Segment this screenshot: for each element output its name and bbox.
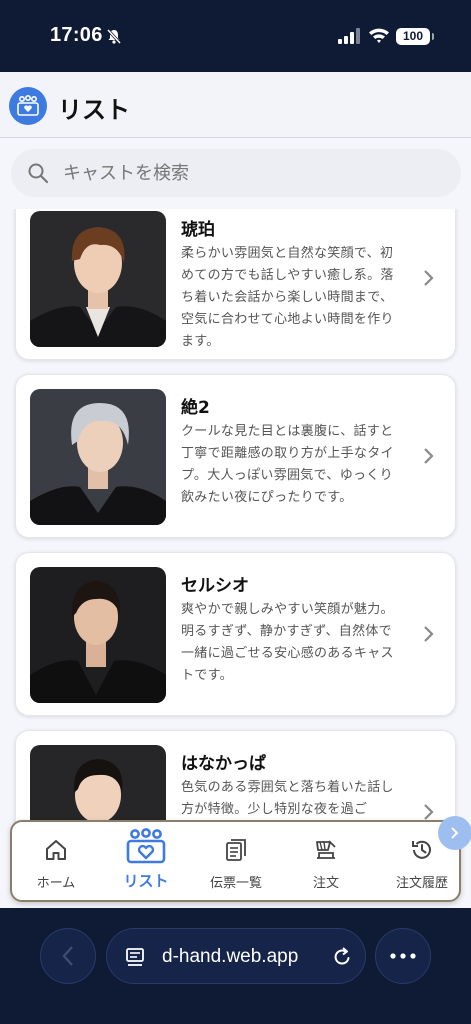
cast-description: クールな見た目とは裏腹に、話すと丁寧で距離感の取り方が上手なタイプ。大人っぽい雰… — [181, 424, 394, 505]
chevron-right-icon — [424, 448, 434, 464]
search-box[interactable] — [11, 149, 461, 197]
chevron-right-icon — [451, 827, 459, 839]
page-menu-icon — [126, 948, 144, 966]
cast-name: 絶2 — [181, 398, 210, 418]
nav-list[interactable]: リスト — [104, 822, 188, 902]
url-text: d-hand.web.app — [162, 946, 299, 967]
cast-description: 色気のある雰囲気と落ち着いた話し方が特徴。少し特別な夜を過ご — [181, 780, 394, 817]
signal-icon — [338, 28, 360, 44]
nav-home[interactable]: ホーム — [16, 822, 96, 902]
cast-card[interactable]: 絶2 クールな見た目とは裏腹に、話すと丁寧で距離感の取り方が上手なタイプ。大人っ… — [15, 374, 456, 538]
cast-photo — [30, 389, 166, 525]
cast-card[interactable]: 琥珀 柔らかい雰囲気と自然な笑顔で、初めての方でも話しやすい癒し系。落ち着いた会… — [15, 209, 456, 360]
cast-description: 爽やかで親しみやすい笑顔が魅力。明るすぎず、静かすぎず、自然体で一緒に過ごせる安… — [181, 602, 394, 683]
app-screen: リスト 琥珀 柔らかい雰囲気と自然 — [0, 72, 471, 908]
nav-receipts[interactable]: 伝票一覧 — [196, 822, 276, 902]
search-icon — [28, 163, 49, 184]
cast-description: 柔らかい雰囲気と自然な笑顔で、初めての方でも話しやすい癒し系。落ち着いた会話から… — [181, 246, 394, 349]
more-menu-button[interactable] — [375, 928, 431, 984]
reload-icon[interactable] — [331, 946, 353, 968]
nav-home-label: ホーム — [36, 876, 76, 891]
wifi-icon — [369, 28, 389, 43]
status-bar: 17:06 100 — [0, 0, 471, 72]
bell-off-icon — [106, 28, 122, 44]
more-dots-icon — [390, 953, 416, 959]
page-title: リスト — [58, 96, 130, 124]
search-bar — [0, 139, 471, 209]
cast-list-icon — [9, 87, 47, 125]
nav-order-history-label: 注文履歴 — [395, 876, 448, 891]
nav-scroll-button[interactable] — [438, 816, 471, 850]
address-bar[interactable]: d-hand.web.app — [106, 928, 366, 984]
cast-photo — [30, 211, 166, 347]
cast-name: セルシオ — [181, 576, 249, 596]
app-header: リスト — [0, 72, 471, 138]
chevron-right-icon — [424, 626, 434, 642]
chevron-right-icon — [424, 270, 434, 286]
home-icon — [46, 840, 66, 860]
nav-receipts-label: 伝票一覧 — [209, 876, 262, 891]
nav-order[interactable]: 注文 — [286, 822, 366, 902]
cast-card[interactable]: セルシオ 爽やかで親しみやすい笑顔が魅力。明るすぎず、静かすぎず、自然体で一緒に… — [15, 552, 456, 716]
history-icon — [412, 840, 431, 859]
browser-back-button[interactable] — [40, 928, 96, 984]
battery-indicator: 100 — [396, 28, 434, 45]
chevron-left-icon — [62, 946, 73, 966]
cast-name: はなかっぱ — [181, 754, 266, 774]
chevron-right-icon — [424, 804, 434, 820]
order-icon — [316, 840, 336, 859]
cast-photo — [30, 567, 166, 703]
cast-list-icon — [126, 828, 166, 864]
bottom-nav: ホーム リスト 伝票一覧 注文 注文履歴 — [10, 820, 461, 902]
browser-toolbar: d-hand.web.app — [0, 908, 471, 1024]
search-input[interactable] — [63, 149, 443, 197]
nav-list-label: リスト — [123, 872, 169, 890]
cast-name: 琥珀 — [181, 220, 215, 240]
receipt-list-icon — [226, 839, 246, 861]
cast-list: 琥珀 柔らかい雰囲気と自然な笑顔で、初めての方でも話しやすい癒し系。落ち着いた会… — [0, 209, 471, 908]
status-time: 17:06 — [50, 24, 103, 46]
nav-order-label: 注文 — [312, 876, 339, 891]
